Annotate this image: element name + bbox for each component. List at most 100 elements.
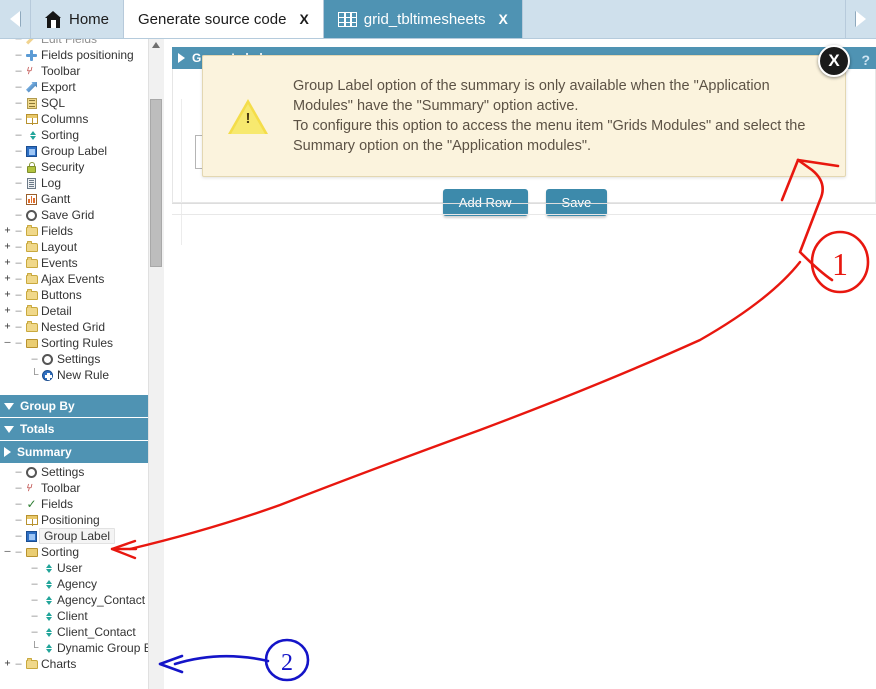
- folder-icon: [24, 273, 39, 284]
- tree-item-edit-fields[interactable]: – Edit Fields: [0, 39, 148, 47]
- tree-branch-line: –: [15, 305, 22, 317]
- folder-icon: [24, 257, 39, 268]
- summary-item-group-label[interactable]: – Group Label: [0, 528, 148, 544]
- tab-generate-source-code[interactable]: Generate source code X: [124, 0, 324, 38]
- help-question-icon[interactable]: ?: [861, 52, 870, 68]
- sidebar-section-totals[interactable]: Totals: [0, 418, 148, 441]
- tree-item-label: Ajax Events: [41, 272, 105, 286]
- tree-item-log[interactable]: – Log: [0, 175, 148, 191]
- tree-expander-icon[interactable]: +: [2, 319, 13, 335]
- tree-branch-line: –: [15, 241, 22, 253]
- tree-item-label: Toolbar: [41, 64, 81, 78]
- tree-branch-line: –: [15, 498, 22, 510]
- summary-item-sorting[interactable]: – – Sorting: [0, 544, 148, 560]
- tree-expander-icon[interactable]: +: [2, 303, 13, 319]
- sorting-icon: [40, 643, 55, 654]
- tree-item-columns[interactable]: – Columns: [0, 111, 148, 127]
- tree-item-sorting[interactable]: – Sorting: [0, 127, 148, 143]
- tab-scroll-left-button[interactable]: [0, 0, 31, 38]
- tree-branch-line: –: [15, 257, 22, 269]
- lock-icon: [24, 161, 39, 173]
- tree-item-save-grid[interactable]: – Save Grid: [0, 207, 148, 223]
- export-icon: [24, 81, 39, 93]
- caret-right-icon[interactable]: [178, 53, 185, 63]
- summary-item-agency-contact[interactable]: – Agency_Contact: [0, 592, 148, 608]
- tree-item-settings[interactable]: – Settings: [0, 351, 148, 367]
- tree-item-events[interactable]: + – Events: [0, 255, 148, 271]
- tree-item-label: Events: [41, 256, 78, 270]
- tree-item-label: Toolbar: [41, 481, 81, 495]
- tree-item-buttons[interactable]: + – Buttons: [0, 287, 148, 303]
- columns-icon: [24, 114, 39, 125]
- tree-branch-line: –: [15, 482, 22, 494]
- tree-item-sql[interactable]: – SQL: [0, 95, 148, 111]
- scroll-up-arrow-icon[interactable]: [152, 42, 160, 48]
- tree-item-label: Sorting: [41, 128, 80, 142]
- tree-item-sorting-rules[interactable]: – – Sorting Rules: [0, 335, 148, 351]
- tree-item-export[interactable]: – Export: [0, 79, 148, 95]
- tree-expander-icon[interactable]: +: [2, 255, 13, 271]
- tab-grid-tbltimesheets-label: grid_tbltimesheets: [363, 10, 486, 28]
- sidebar-scrollbar[interactable]: [148, 39, 164, 689]
- tree-expander-icon[interactable]: +: [2, 271, 13, 287]
- tree-expander-icon[interactable]: +: [2, 656, 13, 672]
- warning-triangle-icon: !: [203, 98, 293, 134]
- summary-item-settings[interactable]: – Settings: [0, 464, 148, 480]
- tab-grid-tbltimesheets[interactable]: grid_tbltimesheets X: [323, 0, 523, 38]
- tab-scroll-right-button[interactable]: [845, 0, 876, 38]
- tree-branch-line: –: [15, 289, 22, 301]
- caret-down-icon: [4, 425, 14, 433]
- group-label-icon: [24, 145, 39, 157]
- tab-home[interactable]: Home: [31, 0, 125, 38]
- scrollbar-thumb[interactable]: [150, 99, 162, 267]
- tree-item-group-label[interactable]: – Group Label: [0, 143, 148, 159]
- summary-item-agency[interactable]: – Agency: [0, 576, 148, 592]
- summary-item-positioning[interactable]: – Positioning: [0, 512, 148, 528]
- folder-icon: [24, 225, 39, 236]
- summary-item-client[interactable]: – Client: [0, 608, 148, 624]
- edit-icon: [24, 39, 39, 45]
- tree-branch-line: –: [15, 209, 22, 221]
- tree-item-toolbar[interactable]: – ⑂ Toolbar: [0, 63, 148, 79]
- tree-item-security[interactable]: – Security: [0, 159, 148, 175]
- tree-item-new-rule[interactable]: └ New Rule: [0, 367, 148, 383]
- tree-item-ajax-events[interactable]: + – Ajax Events: [0, 271, 148, 287]
- grid-icon: [337, 11, 357, 27]
- sorting-icon: [40, 563, 55, 574]
- tree-branch-line: └: [30, 369, 39, 381]
- tree-expander-icon[interactable]: –: [2, 335, 13, 351]
- tree-item-nested-grid[interactable]: + – Nested Grid: [0, 319, 148, 335]
- summary-item-charts[interactable]: + – Charts: [0, 656, 148, 672]
- summary-item-user[interactable]: – User: [0, 560, 148, 576]
- sidebar-tree[interactable]: – Edit Fields – Fields positioning – ⑂ Toolbar…: [0, 39, 148, 689]
- tree-branch-line: –: [15, 514, 22, 526]
- tree-branch-line: –: [15, 337, 22, 349]
- tab-generate-source-code-label: Generate source code: [138, 10, 287, 28]
- tree-item-label: Group Label: [39, 528, 116, 544]
- summary-item-client-contact[interactable]: – Client_Contact: [0, 624, 148, 640]
- tree-item-gantt[interactable]: – Gantt: [0, 191, 148, 207]
- close-icon[interactable]: X: [818, 45, 850, 77]
- summary-item-toolbar[interactable]: – ⑂ Toolbar: [0, 480, 148, 496]
- tree-expander-icon[interactable]: –: [2, 544, 13, 560]
- tree-item-fields[interactable]: + – Fields: [0, 223, 148, 239]
- tree-branch-line: –: [15, 81, 22, 93]
- tree-expander-icon[interactable]: +: [2, 287, 13, 303]
- tree-item-label: New Rule: [57, 368, 110, 382]
- tab-generate-source-code-close-icon[interactable]: X: [299, 11, 308, 27]
- summary-item-dynamic-group-by[interactable]: └ Dynamic Group By: [0, 640, 148, 656]
- summary-item-fields[interactable]: – ✓ Fields: [0, 496, 148, 512]
- sidebar-section-group-by[interactable]: Group By: [0, 395, 148, 418]
- tree-item-layout[interactable]: + – Layout: [0, 239, 148, 255]
- tree-expander-icon[interactable]: +: [2, 223, 13, 239]
- tree-item-fields-positioning[interactable]: – Fields positioning: [0, 47, 148, 63]
- log-icon: [24, 177, 39, 189]
- tree-branch-line: –: [31, 610, 38, 622]
- tab-grid-tbltimesheets-close-icon[interactable]: X: [499, 11, 508, 27]
- panel-left-rail: [181, 99, 182, 245]
- sidebar-section-summary[interactable]: Summary: [0, 441, 148, 464]
- warning-tooltip-text: Group Label option of the summary is onl…: [293, 78, 806, 154]
- tree-item-detail[interactable]: + – Detail: [0, 303, 148, 319]
- sorting-icon: [40, 579, 55, 590]
- tree-expander-icon[interactable]: +: [2, 239, 13, 255]
